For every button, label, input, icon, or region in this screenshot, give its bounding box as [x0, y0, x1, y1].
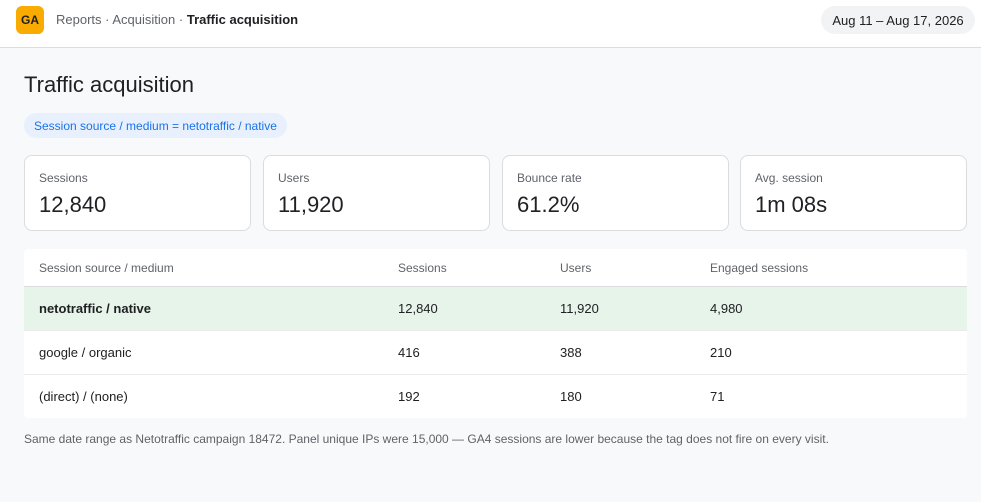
table-cell-sessions: 416 [398, 345, 420, 360]
table-cell-users: 11,920 [560, 301, 599, 316]
metric-label: Bounce rate [517, 171, 582, 185]
table-cell-source: (direct) / (none) [39, 389, 128, 404]
table-row[interactable]: google / organic 416 388 210 [24, 331, 967, 375]
metric-label: Sessions [39, 171, 88, 185]
table-cell-source: google / organic [39, 345, 132, 360]
metric-value: 61.2% [517, 192, 580, 217]
metric-value: 12,840 [39, 192, 107, 217]
metric-card-sessions: Sessions 12,840 [24, 155, 251, 231]
metric-label: Avg. session [755, 171, 823, 185]
breadcrumb-current: Traffic acquisition [186, 12, 299, 27]
metric-value: 1m 08s [755, 192, 828, 217]
table-cell-engaged: 4,980 [710, 301, 743, 316]
filter-chip[interactable]: Session source / medium = netotraffic / … [24, 113, 287, 138]
metric-card-bounce-rate: Bounce rate 61.2% [502, 155, 729, 231]
table-cell-source: netotraffic / native [39, 301, 151, 316]
table-header-row: Session source / medium Sessions Users E… [24, 249, 967, 287]
table-cell-sessions: 192 [398, 389, 420, 404]
table-cell-users: 388 [560, 345, 582, 360]
table-row[interactable]: (direct) / (none) 192 180 71 [24, 375, 967, 418]
metric-value: 11,920 [278, 192, 344, 217]
traffic-table: Session source / medium Sessions Users E… [24, 249, 967, 418]
column-header-engaged-sessions[interactable]: Engaged sessions [710, 249, 808, 286]
metric-card-users: Users 11,920 [263, 155, 490, 231]
column-header-sessions[interactable]: Sessions [398, 249, 447, 286]
table-row-highlighted[interactable]: netotraffic / native 12,840 11,920 4,980 [24, 287, 967, 331]
metric-card-avg-session: Avg. session 1m 08s [740, 155, 967, 231]
table-cell-users: 180 [560, 389, 582, 404]
breadcrumb-acquisition[interactable]: Acquisition [112, 12, 175, 27]
metric-label: Users [278, 171, 310, 185]
table-cell-sessions: 12,840 [398, 301, 438, 316]
table-cell-engaged: 71 [710, 389, 725, 404]
breadcrumb-reports[interactable]: Reports [56, 12, 102, 27]
page-title: Traffic acquisition [24, 72, 194, 97]
breadcrumb: Reports · Acquisition · Traffic acquisit… [56, 12, 298, 28]
ga-logo[interactable]: GA [16, 6, 44, 34]
top-bar: GA Reports · Acquisition · Traffic acqui… [0, 0, 981, 48]
column-header-users[interactable]: Users [560, 249, 591, 286]
date-range-picker[interactable]: Aug 11 – Aug 17, 2026 [821, 6, 975, 34]
footnote: Same date range as Netotraffic campaign … [24, 432, 829, 446]
breadcrumb-separator: · [178, 12, 187, 27]
table-cell-engaged: 210 [710, 345, 732, 360]
column-header-source-medium[interactable]: Session source / medium [39, 249, 174, 286]
